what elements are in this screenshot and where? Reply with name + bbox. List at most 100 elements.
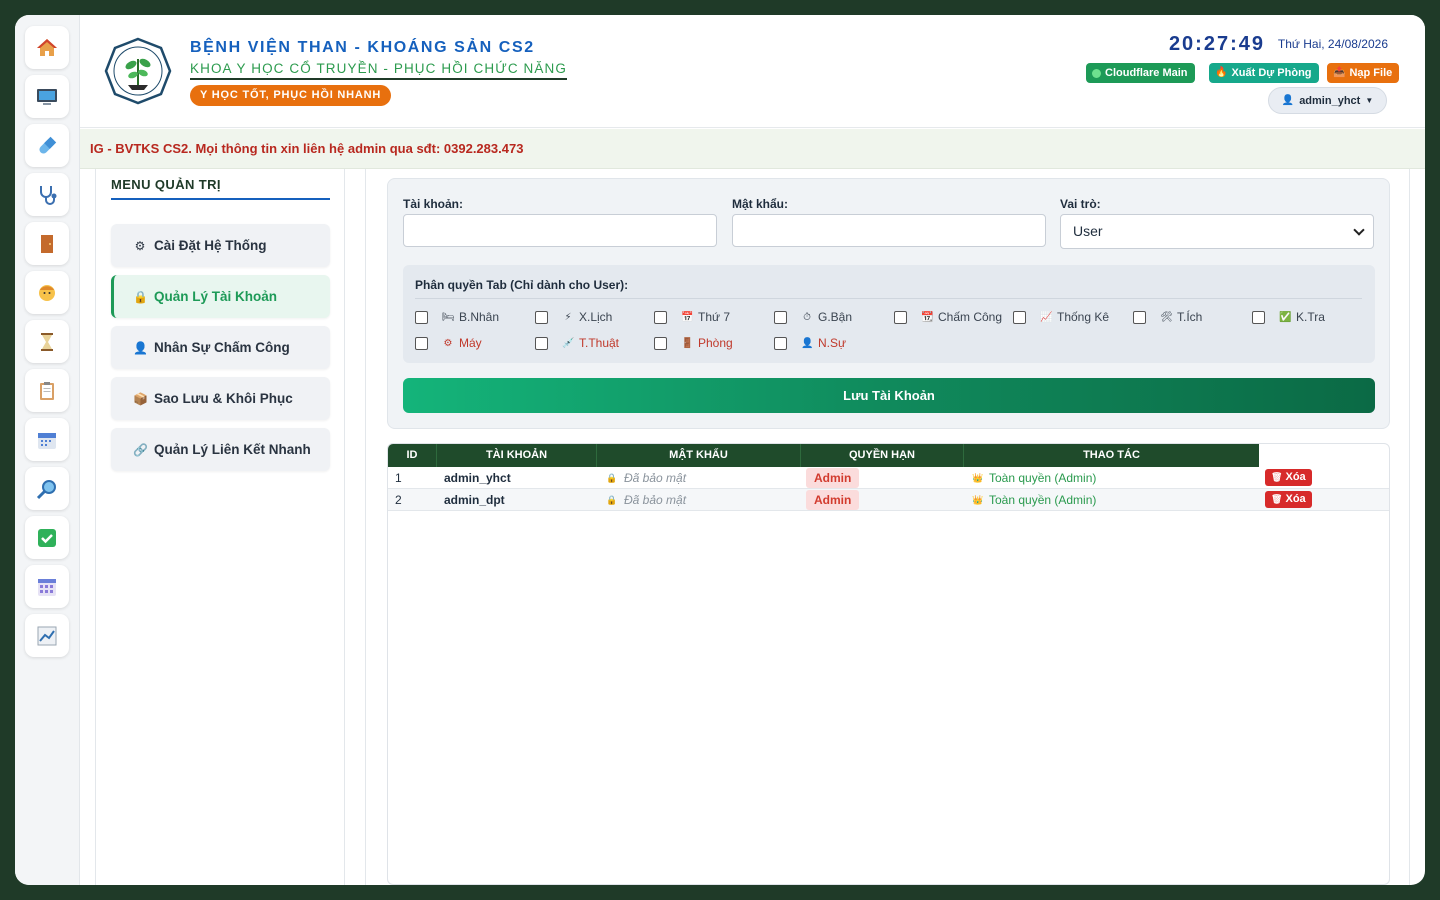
row-id: 2 bbox=[395, 493, 402, 507]
person-icon: 👤 bbox=[133, 340, 148, 355]
checkbox[interactable] bbox=[774, 336, 787, 350]
lightning-icon: ⚡ bbox=[564, 311, 572, 323]
home-icon[interactable] bbox=[25, 26, 69, 69]
table-row: 2 admin_dpt 🔒 Đã bảo mật Admin 👑 Toàn qu… bbox=[388, 489, 1389, 511]
checkbox[interactable] bbox=[1133, 310, 1146, 324]
calendar-icon[interactable] bbox=[25, 418, 69, 461]
main-content: Tài khoản: Mật khẩu: Vai trò: User Phân … bbox=[365, 169, 1410, 885]
box-icon: 📦 bbox=[133, 391, 148, 406]
perm-tich[interactable]: 🛠 T.Ích bbox=[1133, 310, 1202, 324]
person-icon[interactable] bbox=[25, 271, 69, 314]
perm-label: Thứ 7 bbox=[698, 310, 731, 324]
hospital-name: BỆNH VIỆN THAN - KHOÁNG SẢN CS2 bbox=[190, 39, 535, 56]
header: BỆNH VIỆN THAN - KHOÁNG SẢN CS2 KHOA Y H… bbox=[80, 15, 1425, 128]
sidebar bbox=[15, 15, 80, 885]
perm-label: T.Ích bbox=[1177, 310, 1203, 324]
export-backup-button[interactable]: 🔥 Xuất Dự Phòng bbox=[1209, 63, 1319, 83]
perm-gban[interactable]: ⏱ G.Bận bbox=[774, 310, 852, 324]
cloudflare-main-button[interactable]: Cloudflare Main bbox=[1086, 63, 1195, 83]
chart-icon[interactable] bbox=[25, 614, 69, 657]
permissions-title: Phân quyền Tab (Chỉ dành cho User): bbox=[415, 278, 629, 292]
checkbox[interactable] bbox=[415, 310, 428, 324]
perm-tthuat[interactable]: 💉 T.Thuật bbox=[535, 336, 619, 350]
checkbox[interactable] bbox=[654, 310, 667, 324]
perm-bnhan[interactable]: 🛏 B.Nhân bbox=[415, 310, 499, 324]
announcement-bar: IG - BVTKS CS2. Mọi thông tin xin liên h… bbox=[80, 129, 1425, 169]
col-actions: THAO TÁC bbox=[1083, 449, 1140, 461]
password-input[interactable] bbox=[732, 214, 1046, 247]
perm-chamcong[interactable]: 📆 Chấm Công bbox=[894, 310, 1002, 324]
menu-item-label: Cài Đặt Hệ Thống bbox=[154, 238, 267, 253]
perm-label: N.Sự bbox=[818, 336, 847, 350]
checkbox[interactable] bbox=[535, 336, 548, 350]
hourglass-icon[interactable] bbox=[25, 320, 69, 363]
syringe-icon: 💉 bbox=[562, 337, 575, 349]
row-role-badge: Admin bbox=[806, 490, 860, 510]
lock-icon: 🔒 bbox=[606, 495, 618, 505]
calendar-grid-icon[interactable] bbox=[25, 565, 69, 608]
perm-nsu[interactable]: 👤 N.Sự bbox=[774, 336, 846, 350]
menu-item-account-management[interactable]: 🔒 Quản Lý Tài Khoản bbox=[111, 275, 330, 318]
export-backup-label: Xuất Dự Phòng bbox=[1231, 67, 1312, 79]
door-icon[interactable] bbox=[25, 222, 69, 265]
hospital-logo bbox=[104, 37, 172, 105]
accounts-table: ID TÀI KHOẢN MẬT KHẨU QUYỀN HẠN THAO TÁC… bbox=[387, 443, 1390, 885]
tab-permissions: Phân quyền Tab (Chỉ dành cho User): 🛏 B.N… bbox=[403, 265, 1375, 363]
perm-label: X.Lịch bbox=[579, 310, 613, 324]
delete-button[interactable]: 🗑 Xóa bbox=[1265, 491, 1312, 508]
checkbox[interactable] bbox=[654, 336, 667, 350]
user-menu[interactable]: 👤 admin_yhct ▼ bbox=[1268, 87, 1387, 114]
pill-icon[interactable] bbox=[25, 124, 69, 167]
row-role-badge: Admin bbox=[806, 468, 860, 488]
monitor-icon[interactable] bbox=[25, 75, 69, 118]
check-icon: ✅ bbox=[1279, 311, 1292, 323]
save-account-button[interactable]: Lưu Tài Khoản bbox=[403, 378, 1375, 413]
cloudflare-main-label: Cloudflare Main bbox=[1105, 67, 1188, 79]
perm-may[interactable]: ⚙ Máy bbox=[415, 336, 482, 350]
perm-phong[interactable]: 🚪 Phòng bbox=[654, 336, 733, 350]
admin-menu-panel: MENU QUẢN TRỊ ⚙ Cài Đặt Hệ Thống 🔒 Quản … bbox=[95, 169, 345, 885]
menu-item-backup-restore[interactable]: 📦 Sao Lưu & Khôi Phục bbox=[111, 377, 330, 420]
stethoscope-icon[interactable] bbox=[25, 173, 69, 216]
checkbox[interactable] bbox=[774, 310, 787, 324]
perm-label: T.Thuật bbox=[579, 336, 620, 350]
stopwatch-icon: ⏱ bbox=[803, 311, 811, 323]
user-icon: 👤 bbox=[1281, 95, 1295, 106]
lock-icon: 🔒 bbox=[133, 289, 148, 304]
row-password: Đã bảo mật bbox=[624, 493, 687, 507]
menu-item-system-settings[interactable]: ⚙ Cài Đặt Hệ Thống bbox=[111, 224, 330, 267]
clipboard-icon[interactable] bbox=[25, 369, 69, 412]
row-username: admin_yhct bbox=[444, 471, 511, 485]
upload-icon: 📤 bbox=[1333, 67, 1346, 78]
checkbox[interactable] bbox=[1252, 310, 1265, 324]
search-icon[interactable] bbox=[25, 467, 69, 510]
perm-label: Máy bbox=[459, 336, 482, 350]
checkbox[interactable] bbox=[535, 310, 548, 324]
crown-icon: 👑 bbox=[972, 473, 984, 483]
table-header: ID TÀI KHOẢN MẬT KHẨU QUYỀN HẠN THAO TÁC bbox=[388, 444, 1259, 467]
gear-icon: ⚙ bbox=[443, 337, 453, 349]
checkbox[interactable] bbox=[415, 336, 428, 350]
row-permission: Toàn quyền (Admin) bbox=[989, 493, 1097, 507]
upload-file-button[interactable]: 📤 Nạp File bbox=[1327, 63, 1400, 83]
delete-button[interactable]: 🗑 Xóa bbox=[1265, 469, 1312, 486]
perm-thongke[interactable]: 📈 Thống Kê bbox=[1013, 310, 1109, 324]
perm-thu7[interactable]: 📅 Thứ 7 bbox=[654, 310, 730, 324]
trash-icon: 🗑 bbox=[1271, 472, 1283, 482]
person-icon: 👤 bbox=[801, 337, 814, 349]
menu-item-staff-attendance[interactable]: 👤 Nhân Sự Chấm Công bbox=[111, 326, 330, 369]
checkbox[interactable] bbox=[894, 310, 907, 324]
role-select[interactable]: User bbox=[1060, 214, 1374, 249]
perm-xlich[interactable]: ⚡ X.Lịch bbox=[535, 310, 612, 324]
department-name: KHOA Y HỌC CỔ TRUYỀN - PHỤC HỒI CHỨC NĂN… bbox=[190, 61, 567, 80]
checkbox[interactable] bbox=[1013, 310, 1026, 324]
username-input[interactable] bbox=[403, 214, 717, 247]
crown-icon: 👑 bbox=[972, 495, 984, 505]
bed-icon: 🛏 bbox=[442, 311, 455, 323]
perm-ktra[interactable]: ✅ K.Tra bbox=[1252, 310, 1325, 324]
check-icon[interactable] bbox=[25, 516, 69, 559]
lock-icon: 🔒 bbox=[606, 473, 618, 483]
chevron-down-icon bbox=[1353, 224, 1365, 236]
menu-item-quick-links[interactable]: 🔗 Quản Lý Liên Kết Nhanh bbox=[111, 428, 330, 471]
door-icon: 🚪 bbox=[681, 337, 694, 349]
